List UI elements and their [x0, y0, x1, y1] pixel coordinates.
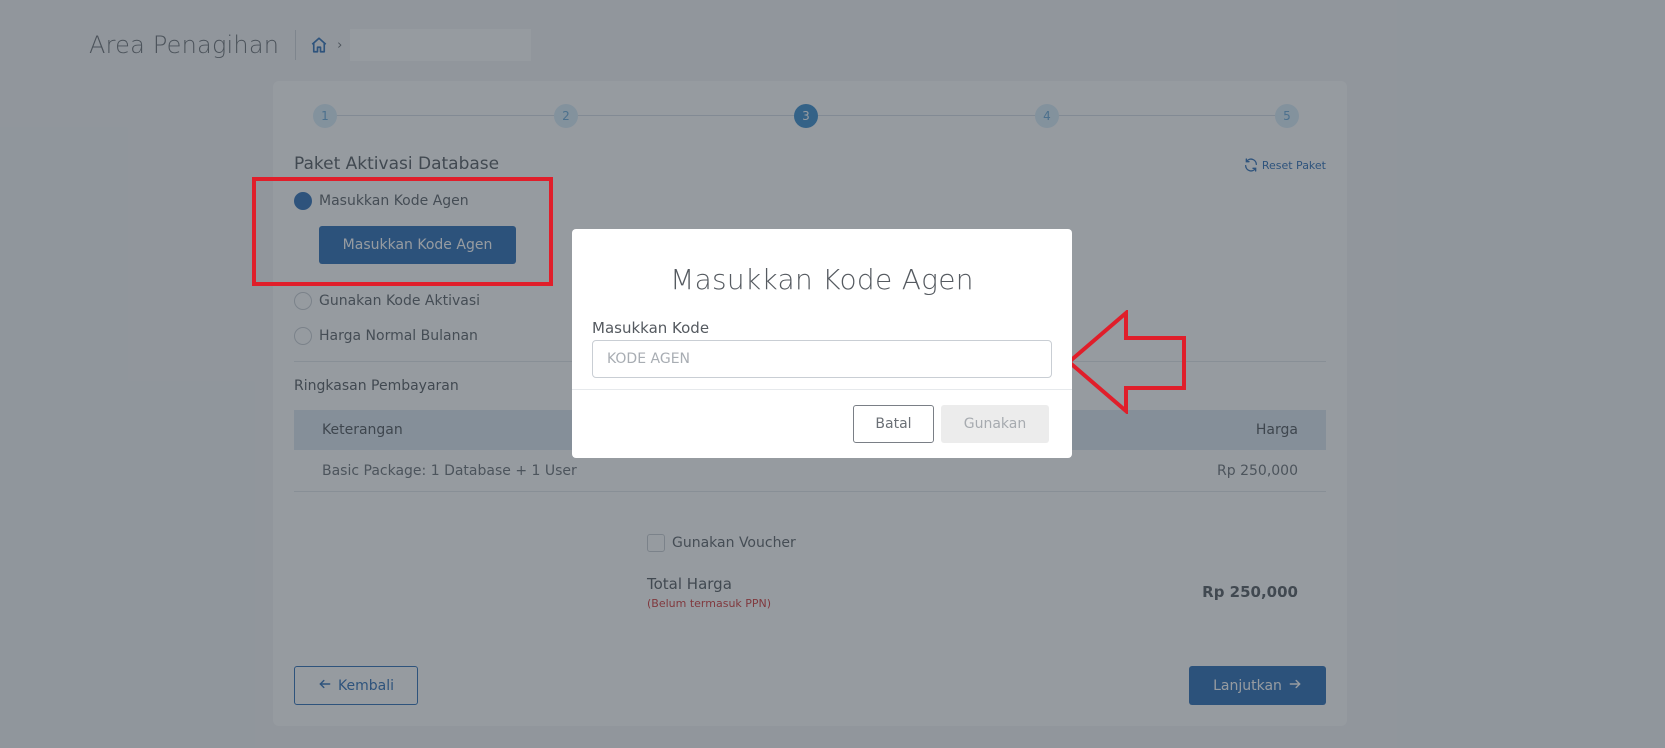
agent-code-modal: Masukkan Kode Agen Masukkan Kode Batal G… — [572, 229, 1072, 458]
apply-button[interactable]: Gunakan — [941, 405, 1049, 443]
code-field-label: Masukkan Kode — [592, 319, 710, 337]
annotation-arrow-icon — [1066, 310, 1186, 414]
billing-page: Area Penagihan › 1 2 3 4 5 Paket Aktivas… — [0, 0, 1665, 748]
agent-code-input[interactable] — [592, 340, 1052, 378]
cancel-button[interactable]: Batal — [853, 405, 934, 443]
modal-divider — [572, 389, 1072, 390]
annotation-highlight-box — [252, 177, 553, 286]
modal-title: Masukkan Kode Agen — [670, 263, 974, 296]
